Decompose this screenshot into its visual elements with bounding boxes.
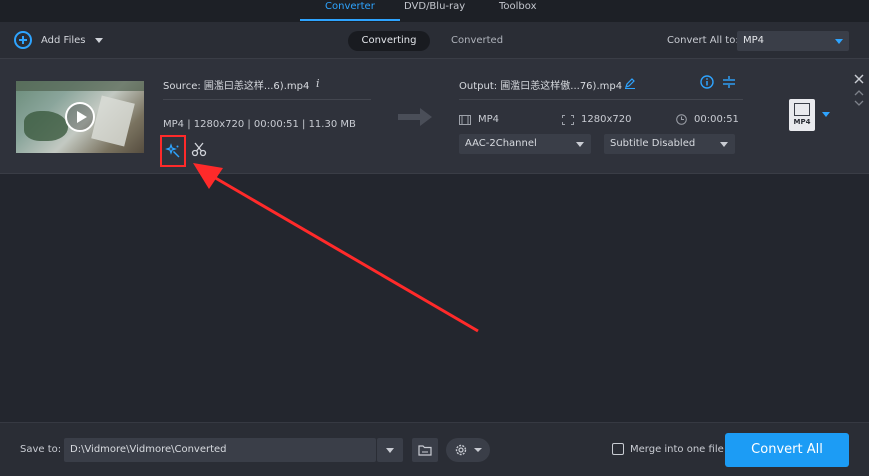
add-files-button[interactable]: Add Files bbox=[14, 31, 104, 49]
divider bbox=[163, 99, 371, 100]
merge-checkbox-row[interactable]: Merge into one file bbox=[612, 443, 724, 455]
output-filename: Output: 圃濫曰恙这样傲...76).mp4 bbox=[459, 81, 623, 92]
convert-all-button[interactable]: Convert All bbox=[725, 433, 849, 467]
scissors-icon bbox=[191, 142, 207, 157]
chevron-down-icon[interactable] bbox=[854, 99, 864, 107]
video-thumbnail[interactable] bbox=[16, 81, 144, 153]
subtitle-value: Subtitle Disabled bbox=[610, 138, 696, 149]
open-folder-button[interactable] bbox=[412, 438, 438, 462]
chevron-down-icon[interactable] bbox=[822, 112, 830, 117]
info-icon[interactable]: i bbox=[316, 77, 320, 90]
convert-all-format-select[interactable]: MP4 bbox=[737, 31, 849, 51]
divider bbox=[459, 99, 743, 100]
thumbnail-shape bbox=[91, 95, 135, 147]
source-filename: Source: 圃濫曰恙这样...6).mp4 bbox=[163, 81, 310, 92]
save-to-label: Save to: bbox=[20, 444, 62, 455]
output-format-badge[interactable]: MP4 bbox=[789, 99, 815, 131]
top-nav: Converter DVD/Blu-ray Toolbox bbox=[0, 0, 869, 22]
toolbar: Add Files Converting Converted Convert A… bbox=[0, 22, 869, 58]
tab-dvd-bluray[interactable]: DVD/Blu-ray bbox=[404, 0, 465, 22]
save-path-field[interactable]: D:\Vidmore\Vidmore\Converted bbox=[64, 438, 376, 462]
thumbnail-shape bbox=[16, 81, 144, 91]
chevron-down-icon bbox=[720, 142, 728, 147]
enhance-video-button[interactable] bbox=[160, 135, 186, 167]
output-duration-meta: 00:00:51 bbox=[676, 114, 739, 125]
convert-all-to-label: Convert All to: bbox=[667, 35, 739, 46]
merge-checkbox[interactable] bbox=[612, 443, 624, 455]
audio-track-value: AAC-2Channel bbox=[465, 138, 537, 149]
source-meta: MP4 | 1280x720 | 00:00:51 | 11.30 MB bbox=[163, 119, 356, 130]
subtitle-select[interactable]: Subtitle Disabled bbox=[604, 134, 735, 154]
tab-toolbox[interactable]: Toolbox bbox=[499, 0, 537, 22]
merge-label: Merge into one file bbox=[630, 443, 724, 455]
settings-button[interactable] bbox=[446, 438, 490, 462]
chevron-down-icon bbox=[576, 142, 584, 147]
output-info-icon[interactable] bbox=[700, 75, 714, 89]
edit-pencil-icon[interactable] bbox=[624, 77, 636, 89]
folder-icon bbox=[418, 445, 432, 456]
close-icon[interactable] bbox=[853, 73, 865, 85]
convert-all-format-value: MP4 bbox=[743, 35, 765, 46]
tab-converted[interactable]: Converted bbox=[451, 31, 503, 51]
cut-button[interactable] bbox=[190, 140, 208, 158]
add-circle-icon bbox=[14, 31, 32, 49]
file-item: Source: 圃濫曰恙这样...6).mp4 i MP4 | 1280x720… bbox=[0, 58, 869, 174]
output-format: MP4 bbox=[478, 114, 500, 125]
clock-icon bbox=[676, 114, 687, 125]
tab-converting[interactable]: Converting bbox=[348, 31, 430, 51]
output-duration: 00:00:51 bbox=[694, 114, 739, 125]
resolution-icon bbox=[562, 114, 574, 125]
bottom-bar: Save to: D:\Vidmore\Vidmore\Converted Me… bbox=[0, 422, 869, 476]
chevron-down-icon bbox=[835, 39, 843, 44]
gear-icon bbox=[455, 444, 466, 456]
output-resolution-meta: 1280x720 bbox=[562, 114, 631, 125]
play-icon[interactable] bbox=[65, 102, 95, 132]
format-badge-label: MP4 bbox=[793, 118, 811, 126]
convert-arrow-icon bbox=[398, 108, 432, 126]
audio-track-select[interactable]: AAC-2Channel bbox=[459, 134, 591, 154]
split-icon[interactable] bbox=[722, 75, 736, 89]
chevron-up-icon[interactable] bbox=[854, 89, 864, 97]
film-icon bbox=[794, 103, 810, 116]
output-format-meta: MP4 bbox=[459, 114, 499, 125]
add-files-label: Add Files bbox=[41, 34, 86, 46]
save-path-dropdown[interactable] bbox=[377, 438, 403, 462]
film-icon bbox=[459, 114, 471, 125]
active-tab-indicator bbox=[300, 19, 400, 21]
chevron-down-icon[interactable] bbox=[95, 37, 104, 43]
output-resolution: 1280x720 bbox=[581, 114, 632, 125]
chevron-down-icon bbox=[473, 448, 482, 452]
magic-wand-icon bbox=[165, 143, 180, 158]
thumbnail-shape bbox=[24, 111, 68, 141]
